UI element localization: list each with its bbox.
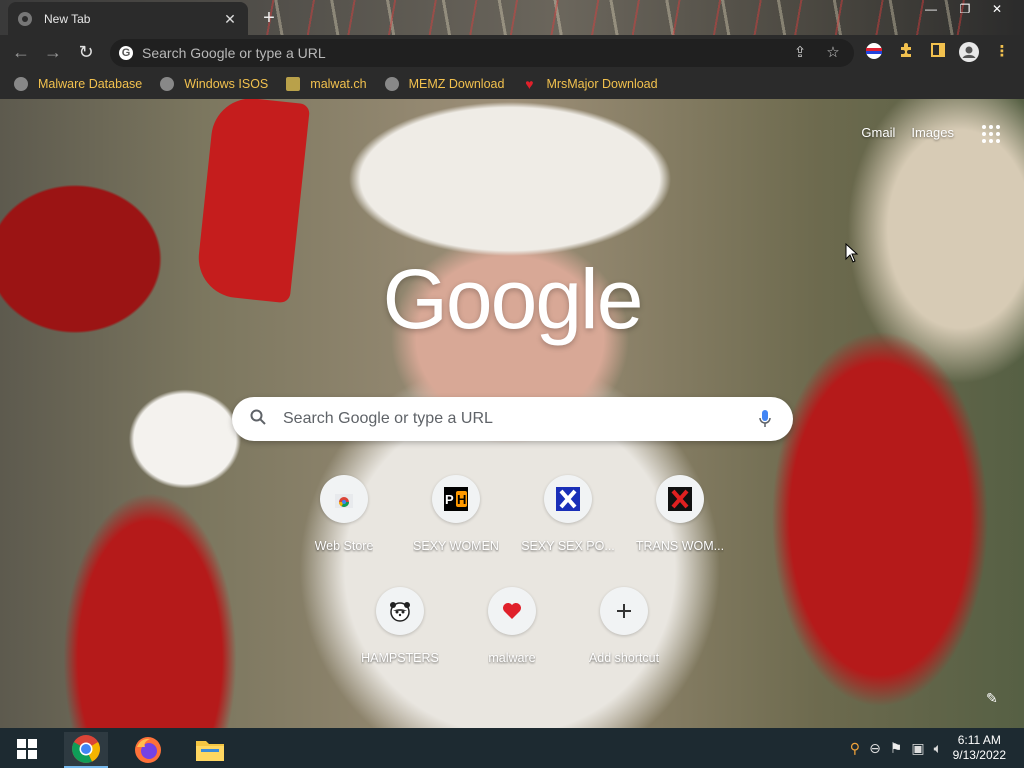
- x-red-icon: [656, 475, 704, 523]
- chrome-webstore-icon: [320, 475, 368, 523]
- system-tray: ⚲ ⊖ ⚑ ▣ 🔈︎: [850, 740, 942, 757]
- side-panel-icon[interactable]: [928, 42, 948, 62]
- bookmark-star-icon[interactable]: ☆: [823, 43, 843, 63]
- shortcut-sexy-sex-po[interactable]: SEXY SEX PO...: [512, 475, 624, 587]
- clock-time: 6:11 AM: [957, 733, 1001, 747]
- bookmark-malwat-ch[interactable]: malwat.ch: [286, 77, 367, 91]
- add-shortcut[interactable]: Add shortcut: [568, 587, 680, 699]
- tab-close-icon[interactable]: ✕: [222, 11, 238, 27]
- reload-button[interactable]: ↻: [75, 41, 97, 63]
- shortcut-malware[interactable]: malware: [456, 587, 568, 699]
- profile-avatar-icon[interactable]: [959, 42, 979, 62]
- google-logo: Google: [382, 252, 644, 346]
- forward-button[interactable]: →: [42, 41, 64, 63]
- shortcut-label: malware: [488, 651, 536, 665]
- taskbar-clock[interactable]: 6:11 AM 9/13/2022: [953, 733, 1006, 763]
- network-icon[interactable]: ▣: [911, 740, 924, 757]
- top-links: Gmail Images: [861, 125, 954, 140]
- shortcut-label: SEXY SEX PO...: [521, 539, 615, 553]
- new-tab-button[interactable]: +: [256, 6, 282, 30]
- shortcut-web-store[interactable]: Web Store: [288, 475, 400, 587]
- taskbar-chrome[interactable]: [64, 732, 108, 768]
- omnibox-input[interactable]: [142, 43, 742, 63]
- bookmark-malware-database[interactable]: Malware Database: [14, 77, 142, 91]
- ph-icon: PH: [432, 475, 480, 523]
- bookmark-windows-isos[interactable]: Windows ISOS: [160, 77, 268, 91]
- windows-start-icon[interactable]: [17, 739, 37, 759]
- heart-icon: ♥: [525, 76, 534, 92]
- bookmark-label: malwat.ch: [310, 77, 367, 91]
- extensions-puzzle-icon[interactable]: [896, 42, 916, 62]
- gmail-link[interactable]: Gmail: [861, 125, 895, 140]
- chrome-menu-icon[interactable]: ⋮: [992, 42, 1012, 62]
- shortcut-label: Web Store: [314, 539, 374, 553]
- windows-taskbar: ⚲ ⊖ ⚑ ▣ 🔈︎ 6:11 AM 9/13/2022: [0, 728, 1024, 768]
- share-icon[interactable]: ⇪: [790, 43, 810, 63]
- bookmark-memz-download[interactable]: MEMZ Download: [384, 77, 505, 91]
- chrome-favicon-icon: [18, 11, 32, 26]
- tab-new-tab[interactable]: New Tab ✕: [8, 2, 248, 35]
- tab-strip: New Tab ✕ + — ❐ ✕: [0, 0, 1024, 35]
- bookmarks-bar: Malware Database Windows ISOS malwat.ch …: [0, 69, 1024, 99]
- minimize-button[interactable]: —: [916, 0, 946, 20]
- images-link[interactable]: Images: [911, 125, 954, 140]
- extension-flag-icon[interactable]: [864, 42, 884, 62]
- shortcut-hampsters[interactable]: HAMPSTERS: [344, 587, 456, 699]
- shortcut-sexy-women[interactable]: PH SEXY WOMEN: [400, 475, 512, 587]
- search-icon: [250, 409, 270, 429]
- restore-button[interactable]: ❐: [950, 0, 980, 20]
- shortcut-label: SEXY WOMEN: [413, 539, 499, 553]
- close-window-button[interactable]: ✕: [982, 0, 1012, 20]
- firefox-icon: [135, 737, 161, 763]
- shortcut-trans-wom[interactable]: TRANS WOM...: [624, 475, 736, 587]
- theme-artwork: [250, 0, 990, 35]
- heart-icon: [488, 587, 536, 635]
- bookmark-mrsmajor-download[interactable]: ♥ MrsMajor Download: [522, 77, 657, 91]
- search-tray-icon[interactable]: ⚲: [850, 740, 860, 757]
- plus-icon: [600, 587, 648, 635]
- shortcut-label: HAMPSTERS: [361, 651, 439, 665]
- customize-pencil-icon[interactable]: ✎: [986, 690, 1002, 706]
- globe-icon: [384, 77, 399, 91]
- clock-date: 9/13/2022: [952, 748, 1006, 762]
- svg-text:H: H: [457, 492, 466, 507]
- bookmark-label: Malware Database: [38, 77, 143, 91]
- shortcut-tiles: Web Store PH SEXY WOMEN SEXY SEX PO... T…: [288, 475, 736, 699]
- shortcut-label: Add shortcut: [588, 651, 660, 665]
- action-center-flag-icon[interactable]: ⚑: [890, 740, 903, 757]
- mouse-cursor-icon: [845, 243, 859, 263]
- taskbar-firefox[interactable]: [126, 732, 170, 768]
- shortcut-label: TRANS WOM...: [635, 539, 725, 553]
- address-bar[interactable]: G ⇪ ☆: [110, 39, 854, 67]
- bookmark-label: MrsMajor Download: [546, 77, 658, 91]
- folder-icon: [196, 741, 224, 761]
- trophy-icon: [286, 77, 301, 91]
- new-tab-page: Gmail Images Google Web Store PH SEXY WO…: [0, 99, 1024, 728]
- chrome-icon: [72, 735, 100, 763]
- microphone-icon[interactable]: [759, 409, 771, 429]
- hamster-icon: [376, 587, 424, 635]
- bookmark-label: Windows ISOS: [184, 77, 269, 91]
- volume-icon[interactable]: 🔈︎: [934, 740, 942, 757]
- google-apps-icon[interactable]: [982, 125, 1000, 143]
- globe-icon: [160, 77, 175, 91]
- back-button[interactable]: ←: [10, 41, 32, 63]
- google-g-icon: G: [119, 46, 133, 60]
- svg-text:P: P: [445, 492, 454, 507]
- globe-icon: [14, 77, 28, 91]
- tab-title: New Tab: [44, 11, 91, 26]
- browser-toolbar: ← → ↻ G ⇪ ☆ ⋮: [0, 35, 1024, 69]
- search-input[interactable]: [283, 409, 723, 429]
- taskbar-file-explorer[interactable]: [188, 732, 232, 768]
- tray-status-icon[interactable]: ⊖: [869, 740, 881, 757]
- bookmark-label: MEMZ Download: [408, 77, 505, 91]
- x-blue-icon: [544, 475, 592, 523]
- search-box[interactable]: [232, 397, 793, 441]
